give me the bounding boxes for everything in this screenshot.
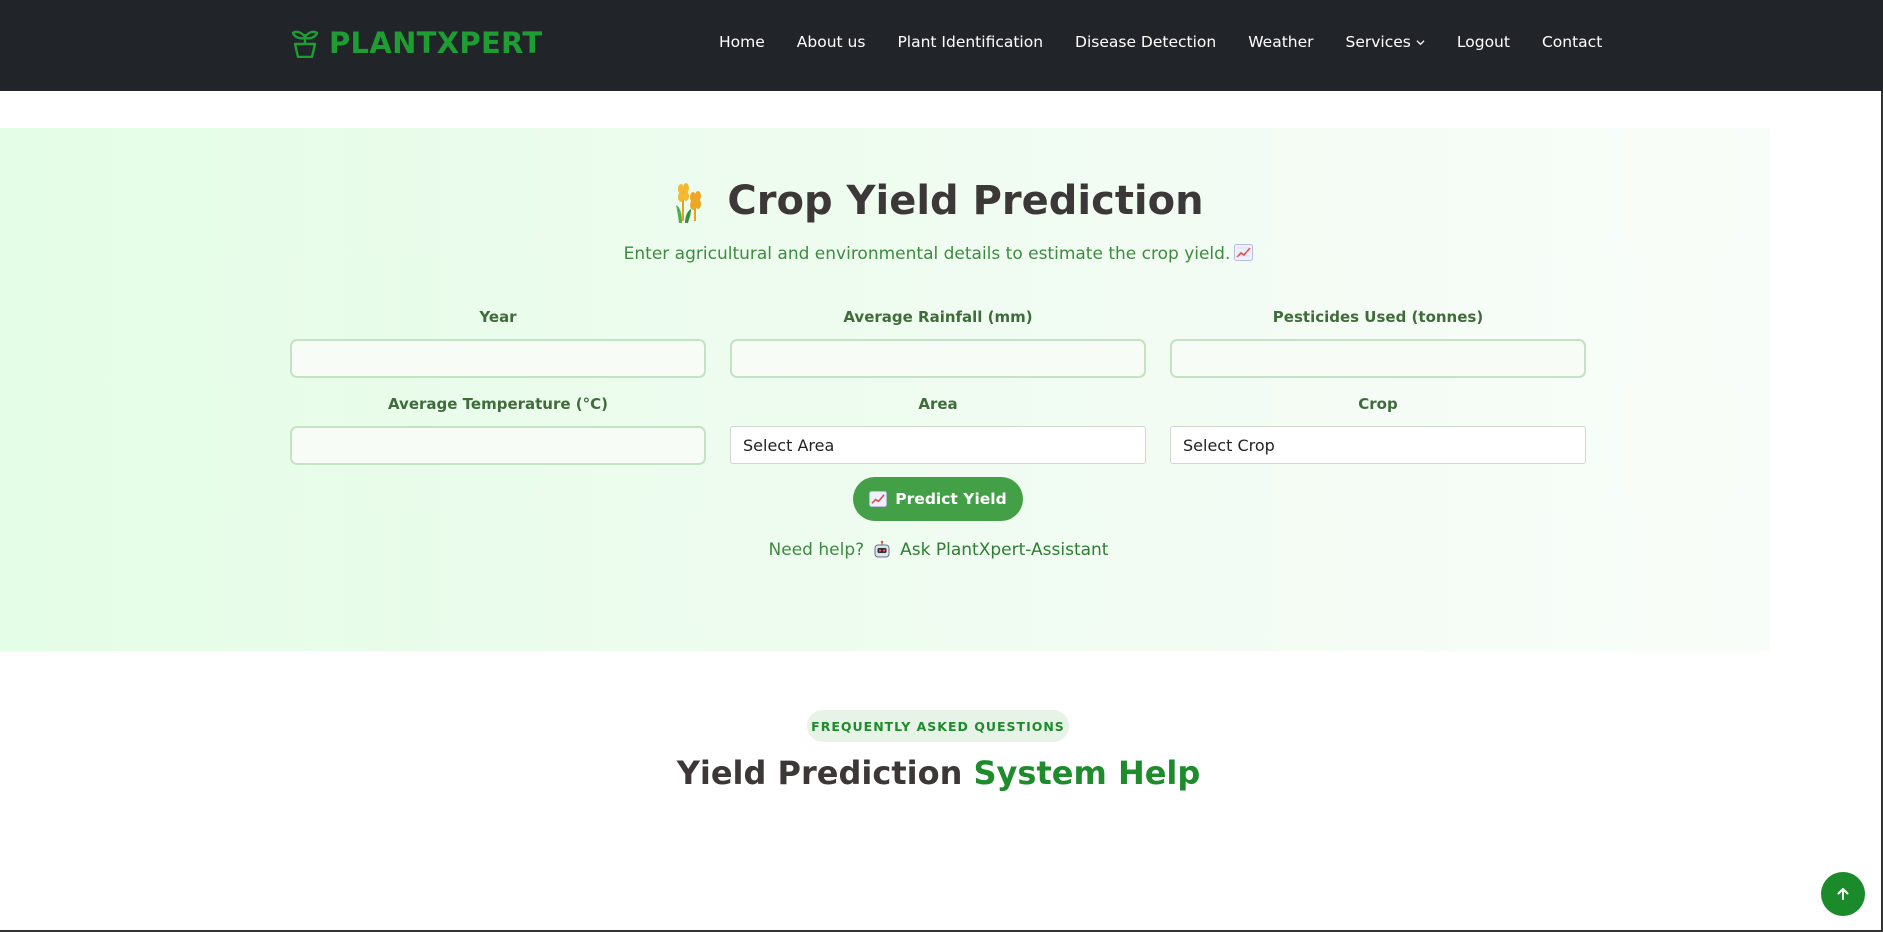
- robot-icon: [874, 540, 890, 558]
- title-row: Crop Yield Prediction: [0, 178, 1877, 224]
- faq-title-accent: System Help: [973, 754, 1201, 792]
- brand-logo[interactable]: PLANTXPERT: [291, 26, 542, 60]
- nav-about-us[interactable]: About us: [797, 33, 866, 51]
- nav-weather[interactable]: Weather: [1248, 33, 1313, 51]
- nav-home[interactable]: Home: [719, 33, 765, 51]
- yield-prediction-section: Crop Yield Prediction Enter agricultural…: [0, 128, 1770, 651]
- area-label: Area: [918, 395, 958, 413]
- wheat-icon: [676, 183, 702, 223]
- field-temperature: Average Temperature (°C): [290, 395, 706, 482]
- faq-title: Yield Prediction System Help: [0, 754, 1877, 792]
- rainfall-label: Average Rainfall (mm): [843, 308, 1033, 326]
- sprout-pot-icon: [291, 30, 319, 58]
- ask-assistant-link[interactable]: Ask PlantXpert-Assistant: [900, 540, 1108, 560]
- field-pesticides: Pesticides Used (tonnes): [1170, 308, 1586, 395]
- nav-contact[interactable]: Contact: [1542, 33, 1602, 51]
- chart-increasing-icon: [1234, 244, 1254, 261]
- rainfall-input[interactable]: [730, 339, 1146, 378]
- nav-services-label: Services: [1345, 33, 1411, 51]
- prediction-form: Year Average Rainfall (mm) Pesticides Us…: [290, 308, 1586, 482]
- nav-disease-detection[interactable]: Disease Detection: [1075, 33, 1216, 51]
- subtitle-text: Enter agricultural and environmental det…: [623, 244, 1231, 264]
- area-select[interactable]: Select Area: [730, 426, 1146, 464]
- field-year: Year: [290, 308, 706, 395]
- page-subtitle: Enter agricultural and environmental det…: [0, 244, 1877, 264]
- help-row: Need help? Ask PlantXpert-Assistant: [0, 540, 1877, 560]
- year-label: Year: [479, 308, 517, 326]
- chevron-down-icon: [1416, 39, 1425, 45]
- navbar: PLANTXPERT Home About us Plant Identific…: [0, 0, 1883, 91]
- brand-name: PLANTXPERT: [329, 26, 543, 60]
- field-area: Area Select Area: [730, 395, 1146, 482]
- nav-logout[interactable]: Logout: [1457, 33, 1510, 51]
- predict-yield-button[interactable]: Predict Yield: [853, 477, 1023, 521]
- crop-select[interactable]: Select Crop: [1170, 426, 1586, 464]
- main-nav: Home About us Plant Identification Disea…: [719, 33, 1602, 51]
- nav-plant-identification[interactable]: Plant Identification: [897, 33, 1043, 51]
- temperature-input[interactable]: [290, 426, 706, 465]
- faq-badge: FREQUENTLY ASKED QUESTIONS: [807, 710, 1069, 742]
- crop-label: Crop: [1358, 395, 1398, 413]
- field-crop: Crop Select Crop: [1170, 395, 1586, 482]
- field-rainfall: Average Rainfall (mm): [730, 308, 1146, 395]
- pesticides-label: Pesticides Used (tonnes): [1272, 308, 1484, 326]
- arrow-up-icon: [1837, 888, 1849, 900]
- page-title: Crop Yield Prediction: [727, 178, 1204, 224]
- predict-yield-label: Predict Yield: [895, 490, 1007, 508]
- nav-services-dropdown[interactable]: Services: [1346, 33, 1425, 51]
- chart-increasing-icon: [869, 491, 888, 507]
- pesticides-input[interactable]: [1170, 339, 1586, 378]
- help-prefix: Need help?: [768, 540, 865, 560]
- temperature-label: Average Temperature (°C): [387, 395, 608, 413]
- faq-title-main: Yield Prediction: [676, 754, 963, 792]
- scroll-to-top-button[interactable]: [1821, 872, 1865, 916]
- year-input[interactable]: [290, 339, 706, 378]
